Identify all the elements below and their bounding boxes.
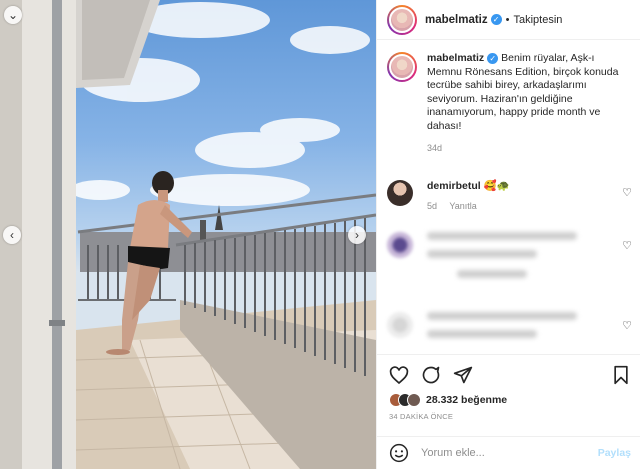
comment-avatar[interactable] [387,232,413,258]
comment-like-icon[interactable]: ♡ [622,186,632,199]
post-actions: 28.332 beğenme 34 DAKİKA ÖNCE [377,354,640,421]
post-detail-panel: mabelmatiz ✓ • Takiptesin mabelmatiz ✓ Be… [376,0,640,469]
likes-row[interactable]: 28.332 beğenme [389,393,631,407]
comment-like-icon[interactable]: ♡ [622,239,632,252]
comment-like-icon[interactable]: ♡ [622,319,632,332]
post-photo[interactable]: ⌄ ‹ › [0,0,376,469]
chevron-right-icon[interactable]: › [348,226,366,244]
balcony-scene [0,0,376,469]
liker-avatar [407,393,421,407]
verified-badge-icon: ✓ [490,14,502,25]
emoji-icon[interactable] [389,443,409,463]
share-icon[interactable] [453,365,473,385]
verified-badge-icon: ✓ [487,52,499,64]
caption-age: 34d [427,143,443,153]
comment-item-blurred [387,232,631,278]
bookmark-icon[interactable] [613,365,629,385]
post-timestamp: 34 DAKİKA ÖNCE [389,412,454,421]
heart-icon[interactable] [389,365,409,385]
comment-text: 🥰🐢 [483,180,510,192]
comment-username[interactable]: demirbetul [427,180,481,192]
chevron-down-icon[interactable]: ⌄ [4,6,22,24]
likes-count[interactable]: 28.332 beğenme [426,394,507,406]
caption-avatar[interactable] [387,52,417,82]
separator-dot: • [505,13,510,26]
comment-input[interactable] [421,447,581,459]
avatar[interactable] [387,4,417,35]
username[interactable]: mabelmatiz [425,14,488,26]
reply-button[interactable]: Yanıtla [449,201,476,211]
comment-avatar[interactable] [387,312,413,338]
caption-username[interactable]: mabelmatiz [427,52,484,64]
comment-item: demirbetul 🥰🐢 5d Yanıtla [387,180,631,213]
comment-composer: Paylaş [377,436,640,469]
caption: mabelmatiz ✓ Benim rüyalar, Aşk-ı Memnu R… [387,52,631,156]
comment-item-blurred [387,312,631,338]
chevron-left-icon[interactable]: ‹ [3,226,21,244]
comment-age: 5d [427,201,438,211]
post-comment-button[interactable]: Paylaş [598,447,631,459]
comment-avatar[interactable] [387,180,413,206]
comment-icon[interactable] [421,365,441,385]
follow-status-button[interactable]: Takiptesin [514,14,563,26]
post-header: mabelmatiz ✓ • Takiptesin [377,0,640,40]
